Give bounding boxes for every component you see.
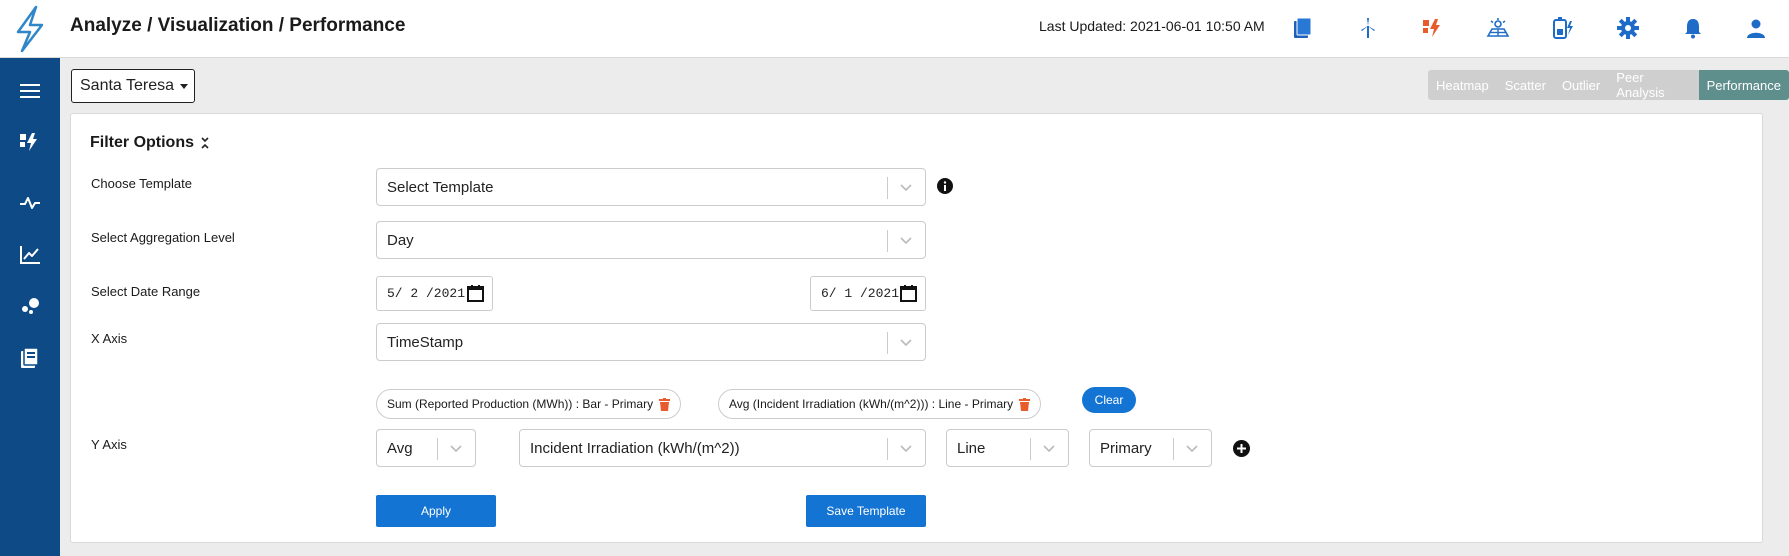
trash-icon[interactable] xyxy=(1019,397,1031,411)
y-axis-side-value: Primary xyxy=(1100,439,1152,457)
tab-scatter[interactable]: Scatter xyxy=(1497,70,1554,100)
start-date-value: 5/ 2 /2021 xyxy=(387,286,466,301)
y-series-chip: Avg (Incident Irradiation (kWh/(m^2))) :… xyxy=(718,389,1042,419)
x-axis-select-value: TimeStamp xyxy=(387,333,464,351)
trash-icon[interactable] xyxy=(659,397,671,411)
tab-heatmap[interactable]: Heatmap xyxy=(1428,70,1497,100)
y-axis-side-select[interactable]: Primary xyxy=(1089,429,1212,467)
calendar-icon[interactable] xyxy=(466,284,485,303)
pulse-icon[interactable] xyxy=(12,185,48,221)
select-separator xyxy=(887,332,888,354)
end-date-value: 6/ 1 /2021 xyxy=(821,286,900,301)
reports-icon[interactable] xyxy=(12,340,48,376)
line-chart-icon[interactable] xyxy=(12,237,48,273)
y-chart-type-value: Line xyxy=(957,439,986,457)
y-metric-value: Incident Irradiation (kWh/(m^2)) xyxy=(530,439,740,457)
sidebar xyxy=(0,58,60,556)
logo xyxy=(16,5,44,53)
calendar-icon[interactable] xyxy=(899,284,918,303)
menu-icon[interactable] xyxy=(12,73,48,109)
view-tabs: Heatmap Scatter Outlier Peer Analysis Pe… xyxy=(1428,70,1789,100)
last-updated-text: Last Updated: 2021-06-01 10:50 AM xyxy=(1039,18,1265,34)
select-separator xyxy=(1030,438,1031,460)
y-chart-type-select[interactable]: Line xyxy=(946,429,1069,467)
template-select[interactable]: Select Template xyxy=(376,168,926,206)
add-series-icon[interactable] xyxy=(1233,440,1250,457)
aggregation-select-value: Day xyxy=(387,231,414,249)
wind-turbine-icon[interactable] xyxy=(1353,13,1383,43)
alerts-icon[interactable] xyxy=(12,124,48,160)
site-selector[interactable]: Santa Teresa xyxy=(71,69,195,103)
solar-icon[interactable] xyxy=(1483,13,1513,43)
battery-icon[interactable] xyxy=(1548,13,1578,43)
save-template-button[interactable]: Save Template xyxy=(806,495,926,527)
info-icon[interactable] xyxy=(937,178,953,194)
chevron-down-icon xyxy=(1186,445,1198,453)
y-series-chip-label: Sum (Reported Production (MWh)) : Bar - … xyxy=(387,397,654,411)
select-separator xyxy=(1173,438,1174,460)
gear-icon[interactable] xyxy=(1613,13,1643,43)
y-axis-label: Y Axis xyxy=(91,437,127,452)
apply-button[interactable]: Apply xyxy=(376,495,496,527)
template-select-value: Select Template xyxy=(387,178,494,196)
select-separator xyxy=(887,177,888,199)
bell-icon[interactable] xyxy=(1678,13,1708,43)
user-icon[interactable] xyxy=(1741,13,1771,43)
scatter-icon[interactable] xyxy=(12,288,48,324)
y-series-chip-label: Avg (Incident Irradiation (kWh/(m^2))) :… xyxy=(729,397,1014,411)
clear-button[interactable]: Clear xyxy=(1082,387,1136,413)
page-title: Analyze / Visualization / Performance xyxy=(70,15,406,36)
start-date-input[interactable]: 5/ 2 /2021 xyxy=(376,276,493,311)
filter-options-title: Filter Options xyxy=(90,134,194,151)
y-metric-select[interactable]: Incident Irradiation (kWh/(m^2)) xyxy=(519,429,926,467)
reports-icon[interactable] xyxy=(1288,13,1318,43)
chevron-down-icon xyxy=(900,445,912,453)
tab-outlier[interactable]: Outlier xyxy=(1554,70,1608,100)
chevron-down-icon xyxy=(1043,445,1055,453)
filter-options-header: Filter Options xyxy=(90,134,210,152)
y-series-chip: Sum (Reported Production (MWh)) : Bar - … xyxy=(376,389,682,419)
y-function-value: Avg xyxy=(387,439,413,457)
site-selector-value: Santa Teresa xyxy=(80,77,174,94)
chevron-down-icon xyxy=(900,339,912,347)
collapse-icon[interactable] xyxy=(200,136,210,150)
x-axis-label: X Axis xyxy=(91,331,128,346)
y-function-select[interactable]: Avg xyxy=(376,429,476,467)
x-axis-select[interactable]: TimeStamp xyxy=(376,323,926,361)
choose-template-label: Choose Template xyxy=(91,176,192,191)
end-date-input[interactable]: 6/ 1 /2021 xyxy=(810,276,926,311)
aggregation-select[interactable]: Day xyxy=(376,221,926,259)
chevron-down-icon xyxy=(450,445,462,453)
top-header: Analyze / Visualization / Performance La… xyxy=(0,0,1789,58)
chevron-down-icon xyxy=(900,237,912,245)
tab-peer-analysis[interactable]: Peer Analysis xyxy=(1608,70,1698,100)
select-separator xyxy=(887,230,888,252)
caret-down-icon xyxy=(180,83,188,89)
tab-performance[interactable]: Performance xyxy=(1698,70,1789,100)
date-range-label: Select Date Range xyxy=(91,284,201,299)
select-separator xyxy=(887,438,888,460)
chevron-down-icon xyxy=(900,184,912,192)
aggregation-level-label: Select Aggregation Level xyxy=(91,230,235,245)
select-separator xyxy=(437,438,438,460)
alerts-icon[interactable] xyxy=(1418,13,1448,43)
